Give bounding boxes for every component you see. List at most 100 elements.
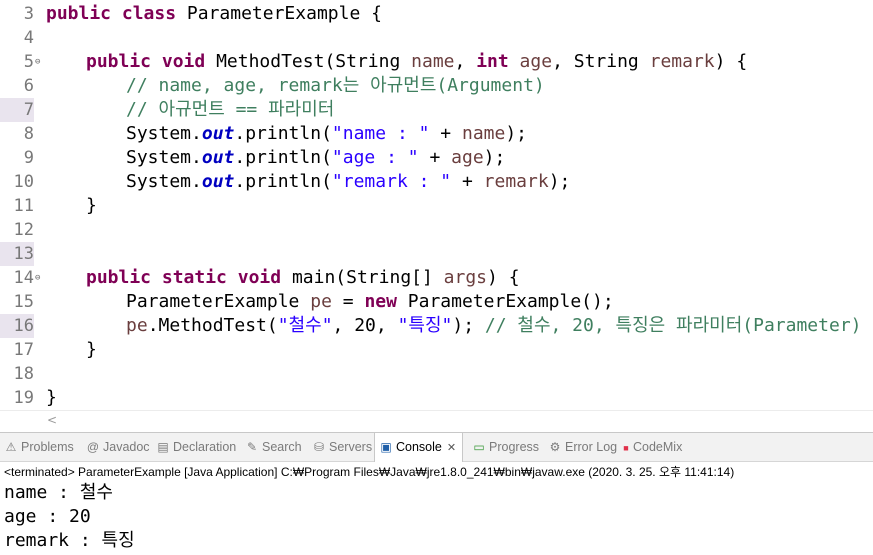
keyword: public — [46, 3, 112, 24]
console-output-line: remark : 특징 — [4, 530, 135, 551]
comment-line[interactable]: // 아규먼트 == 파라미터 — [46, 98, 334, 122]
parameter: remark — [483, 171, 549, 192]
code-line[interactable]: public static void main(String[] args) { — [46, 266, 520, 290]
string-literal: "name : " — [331, 123, 430, 144]
keyword: new — [364, 291, 397, 312]
error-log-icon: ⚙ — [549, 440, 561, 454]
code-text: main(String[] — [281, 267, 444, 288]
code-text: , — [454, 51, 477, 72]
code-line[interactable]: ParameterExample pe = new ParameterExamp… — [46, 290, 614, 314]
keyword: class — [121, 3, 177, 24]
views-tab-bar: ⚠ Problems @ Javadoc ▤ Declaration ✎ Search … — [0, 433, 873, 462]
line-number: 3 — [23, 4, 34, 24]
static-field: out — [201, 147, 235, 168]
fold-toggle-icon[interactable]: ⊖ — [35, 266, 43, 290]
code-line[interactable]: System.out.println("age : " + age); — [46, 146, 505, 170]
line-number: 6 — [23, 76, 34, 96]
tab-javadoc[interactable]: @ Javadoc — [86, 433, 150, 461]
code-line[interactable]: System.out.println("name : " + name); — [46, 122, 527, 146]
search-icon: ✎ — [246, 440, 258, 454]
line-number: 4 — [23, 28, 34, 48]
local-variable: pe — [310, 291, 332, 312]
code-text: .println( — [234, 171, 332, 192]
parameter: args — [443, 267, 488, 288]
console-status-line: <terminated> ParameterExample [Java Appl… — [4, 465, 735, 479]
code-text: ); — [483, 147, 506, 168]
code-line[interactable]: } — [46, 338, 97, 362]
tab-search[interactable]: ✎ Search — [245, 433, 302, 461]
progress-icon: ▭ — [473, 440, 485, 454]
code-line[interactable]: System.out.println("remark : " + remark)… — [46, 170, 570, 194]
code-text: ParameterExample(); — [396, 291, 614, 312]
tab-servers[interactable]: ⛁ Servers — [312, 433, 372, 461]
code-text: ParameterExample — [126, 291, 311, 312]
scroll-left-icon[interactable]: < — [47, 411, 57, 429]
comment-line[interactable]: // name, age, remark는 아규먼트(Argument) — [46, 74, 545, 98]
parameter: name — [411, 51, 455, 72]
fold-toggle-icon[interactable]: ⊖ — [35, 50, 43, 74]
servers-icon: ⛁ — [313, 440, 325, 454]
tab-label: CodeMix — [633, 440, 683, 454]
codemix-icon: ■ — [623, 443, 629, 453]
code-editor[interactable]: 3 4 5 ⊖ 6 7 8 9 10 11 12 13 14 ⊖ 15 16 1… — [0, 0, 873, 410]
code-text: ) { — [487, 267, 520, 288]
line-number-modified: 16 — [0, 314, 34, 338]
static-field: out — [201, 123, 235, 144]
line-number: 15 — [13, 292, 34, 312]
keyword: public — [86, 51, 152, 72]
line-number: 14 — [13, 268, 34, 288]
keyword: public — [86, 267, 152, 288]
line-number-modified: 13 — [0, 242, 34, 266]
declaration-icon: ▤ — [157, 440, 169, 454]
close-icon[interactable]: ✕ — [447, 442, 456, 454]
tab-error-log[interactable]: ⚙ Error Log — [548, 433, 618, 461]
line-number: 11 — [13, 196, 34, 216]
code-text: + — [451, 171, 484, 192]
line-number-gutter: 3 4 5 ⊖ 6 7 8 9 10 11 12 13 14 ⊖ 15 16 1… — [0, 0, 42, 410]
local-variable: pe — [126, 315, 148, 336]
code-text: .MethodTest( — [147, 315, 278, 336]
code-text: , 20, — [332, 315, 398, 336]
string-literal: "remark : " — [331, 171, 452, 192]
tab-label: Progress — [489, 440, 540, 454]
tab-problems[interactable]: ⚠ Problems — [4, 433, 74, 461]
tab-label: Declaration — [173, 440, 237, 454]
console-icon: ▣ — [380, 440, 392, 454]
problems-icon: ⚠ — [5, 440, 17, 454]
code-text: .println( — [234, 147, 332, 168]
tab-declaration[interactable]: ▤ Declaration — [156, 433, 236, 461]
parameter: name — [461, 123, 506, 144]
keyword: void — [237, 267, 282, 288]
line-number-modified: 7 — [0, 98, 34, 122]
line-number: 9 — [23, 148, 34, 168]
code-text: MethodTest(String — [205, 51, 412, 72]
keyword: static — [161, 267, 227, 288]
code-text: = — [331, 291, 365, 312]
tab-label: Console — [396, 440, 442, 454]
code-line[interactable]: } — [46, 194, 97, 218]
code-text: + — [418, 147, 452, 168]
tab-progress[interactable]: ▭ Progress — [472, 433, 539, 461]
tab-label: Search — [262, 440, 302, 454]
line-number: 18 — [13, 364, 34, 384]
code-line[interactable]: pe.MethodTest("철수", 20, "특징"); // 철수, 20… — [46, 314, 862, 338]
console-output-line: name : 철수 — [4, 482, 113, 503]
code-line[interactable]: public class ParameterExample { — [46, 2, 382, 26]
code-text: .println( — [234, 123, 332, 144]
static-field: out — [201, 171, 235, 192]
keyword: int — [476, 51, 509, 72]
string-literal: "age : " — [331, 147, 419, 168]
code-line[interactable]: public void MethodTest(String name, int … — [46, 50, 747, 74]
code-text: ); — [548, 171, 571, 192]
tab-codemix[interactable]: ■ CodeMix — [622, 433, 682, 461]
tab-label: Error Log — [565, 440, 618, 454]
line-number: 17 — [13, 340, 34, 360]
tab-console[interactable]: ▣ Console ✕ — [374, 433, 464, 462]
bottom-views-panel: ⚠ Problems @ Javadoc ▤ Declaration ✎ Search … — [0, 432, 873, 555]
console-output-line: age : 20 — [4, 506, 91, 527]
horizontal-scrollbar[interactable]: < — [0, 410, 873, 429]
parameter: remark — [649, 51, 715, 72]
line-number: 19 — [13, 388, 34, 408]
code-text: ); — [452, 315, 485, 336]
code-line[interactable]: } — [46, 386, 57, 410]
